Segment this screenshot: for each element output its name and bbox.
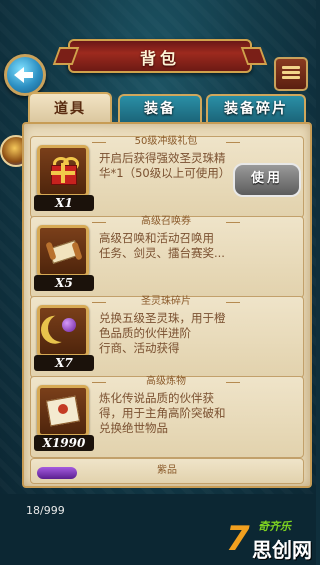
item-icon-frame[interactable] [37, 145, 89, 197]
book-icon [45, 395, 81, 427]
inventory-item[interactable]: 高级炼物 X1990 炼化传说品质的伙伴获得，用于主角高阶突破和兑换绝世物品 [30, 376, 304, 458]
inventory-item[interactable]: 50级冲级礼包 X1 开启后获得强效圣灵珠精华*1（50级以上可使用） 使用 [30, 136, 304, 218]
title-banner: 背包 [68, 39, 252, 73]
inventory-item[interactable]: 高级召唤券 X5 高级召唤和活动召唤用 任务、剑灵、擂台赛奖... [30, 216, 304, 298]
item-count: X1 [34, 195, 94, 211]
menu-icon [282, 66, 300, 69]
item-category: 高级召唤券 [92, 216, 240, 228]
category-label: 紫品 [157, 465, 177, 476]
watermark-subtitle: 奇齐乐 [258, 520, 291, 533]
use-button[interactable]: 使用 [233, 163, 301, 197]
item-icon-frame[interactable] [37, 385, 89, 437]
menu-button[interactable] [274, 57, 308, 91]
item-description: 开启后获得强效圣灵珠精华*1（50级以上可使用） [99, 151, 231, 180]
item-category: 高级炼物 [92, 376, 240, 388]
item-description: 高级召唤和活动召唤用 任务、剑灵、擂台赛奖... [99, 231, 225, 260]
item-description: 兑换五级圣灵珠，用于橙色品质的伙伴进阶 行商、活动获得 [99, 311, 226, 355]
item-count: X7 [34, 355, 94, 371]
game-screen: 背包 道具 装备 装备碎片 50级冲级礼包 X1 开启后获得强效圣灵珠精华*1（… [0, 0, 316, 565]
category-strip: 紫品 [30, 458, 304, 484]
item-description: 炼化传说品质的伙伴获得，用于主角高阶突破和兑换绝世物品 [99, 391, 226, 435]
back-arrow-icon [14, 67, 33, 83]
inventory-item[interactable]: 圣灵珠碎片 X7 兑换五级圣灵珠，用于橙色品质的伙伴进阶 行商、活动获得 [30, 296, 304, 378]
inventory-panel: 50级冲级礼包 X1 开启后获得强效圣灵珠精华*1（50级以上可使用） 使用 高… [22, 122, 312, 488]
item-icon-frame[interactable] [37, 225, 89, 277]
back-button[interactable] [4, 54, 46, 96]
item-category: 圣灵珠碎片 [92, 296, 240, 308]
tab-equipment-fragments[interactable]: 装备碎片 [206, 94, 306, 124]
scroll-icon [45, 240, 83, 264]
item-icon-frame[interactable] [37, 305, 89, 357]
page-title: 背包 [139, 49, 180, 68]
item-category: 50级冲级礼包 [92, 136, 240, 148]
item-count: X1990 [34, 435, 94, 451]
item-count: X5 [34, 275, 94, 291]
tab-items[interactable]: 道具 [28, 92, 112, 126]
gift-icon [49, 157, 79, 185]
watermark-text: 思创网 [252, 538, 312, 562]
tab-equipment[interactable]: 装备 [118, 94, 202, 124]
inventory-capacity: 18/999 [26, 504, 65, 517]
